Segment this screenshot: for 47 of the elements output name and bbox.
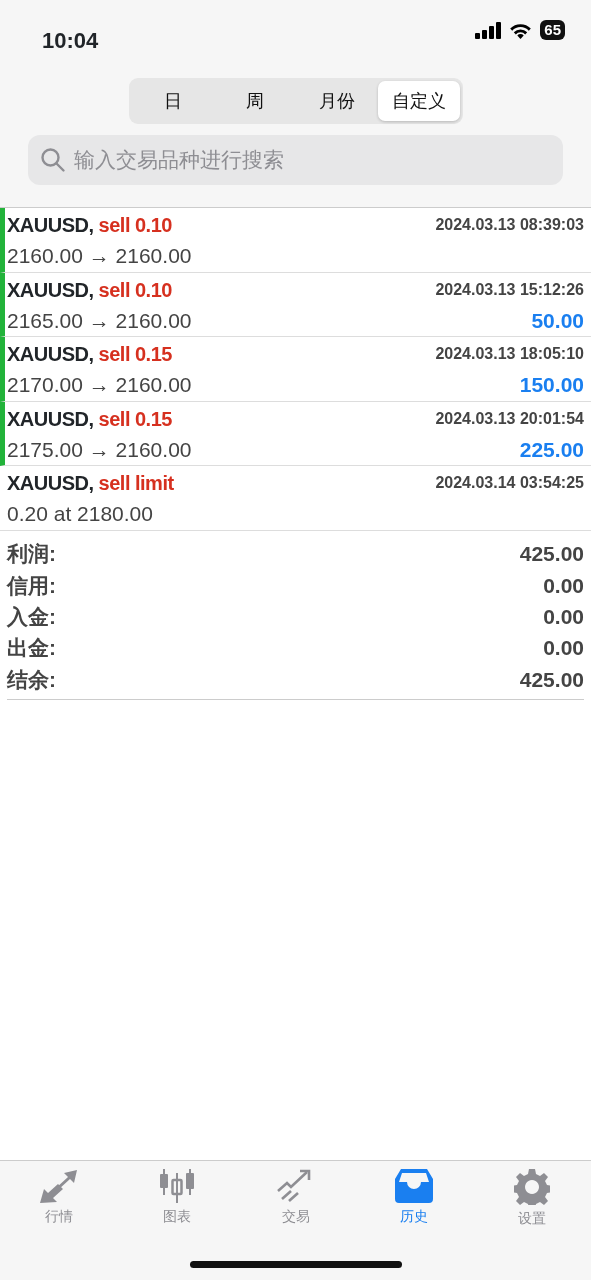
deal-profit: 50.00 [531, 307, 584, 334]
tab-bar-item[interactable]: 交易 [236, 1169, 355, 1233]
deal-time: 2024.03.13 20:01:54 [435, 408, 584, 429]
settings-icon [513, 1169, 550, 1205]
battery-indicator: 65 [540, 20, 565, 40]
deal-prices: 2165.00 → 2160.00 [7, 307, 192, 334]
signal-icon [475, 21, 502, 39]
deal-prices: 2160.00 → 2160.00 [7, 243, 192, 269]
tab-bar-item[interactable]: 设置 [472, 1169, 591, 1233]
summary-label: 结余: [7, 666, 56, 693]
diagonal-arrows-icon [40, 1169, 79, 1203]
wifi-icon [509, 21, 533, 39]
tab-bar-item[interactable]: 历史 [354, 1169, 473, 1233]
deal-time: 2024.03.13 08:39:03 [435, 215, 584, 235]
clock-time: 10:04 [42, 27, 99, 55]
deal-title: XAUUSD, sell 0.15 [7, 406, 172, 432]
candlestick-icon [158, 1169, 197, 1203]
deal-prices: 2175.00 → 2160.00 [7, 436, 192, 463]
deal-profit: 150.00 [519, 372, 584, 398]
summary-label: 信用: [7, 572, 56, 599]
tab-bar-item[interactable]: 行情 [0, 1169, 119, 1233]
summary-value: 425.00 [519, 541, 584, 568]
deal-time: 2024.03.13 15:12:26 [435, 279, 584, 300]
deal-title: XAUUSD, sell 0.10 [7, 213, 172, 238]
summary-label: 入金: [7, 604, 56, 630]
summary-value: 425.00 [519, 666, 584, 693]
deal-profit: 225.00 [519, 436, 584, 463]
deal-prices: 0.20 at 2180.00 [7, 501, 153, 527]
period-tab[interactable]: 日 [131, 81, 214, 121]
period-tab[interactable]: 自定义 [377, 81, 460, 121]
deal-title: XAUUSD, sell limit [7, 471, 174, 496]
search-icon [40, 147, 66, 173]
tab-bar-item[interactable]: 图表 [118, 1169, 237, 1233]
deal-title: XAUUSD, sell 0.15 [7, 342, 172, 367]
period-tab[interactable]: 周 [213, 81, 296, 121]
period-tab[interactable]: 月份 [295, 81, 378, 121]
inbox-icon [394, 1169, 433, 1203]
summary-label: 利润: [7, 541, 56, 568]
deal-time: 2024.03.13 18:05:10 [435, 344, 584, 364]
deal-prices: 2170.00 → 2160.00 [7, 372, 192, 398]
summary-value: 0.00 [543, 635, 584, 662]
deal-time: 2024.03.14 03:54:25 [435, 473, 584, 493]
deal-title: XAUUSD, sell 0.10 [7, 277, 172, 303]
search-field[interactable]: 输入交易品种进行搜索 [28, 135, 563, 185]
summary-value: 0.00 [543, 572, 584, 599]
summary-label: 出金: [7, 635, 56, 662]
summary-value: 0.00 [543, 604, 584, 630]
